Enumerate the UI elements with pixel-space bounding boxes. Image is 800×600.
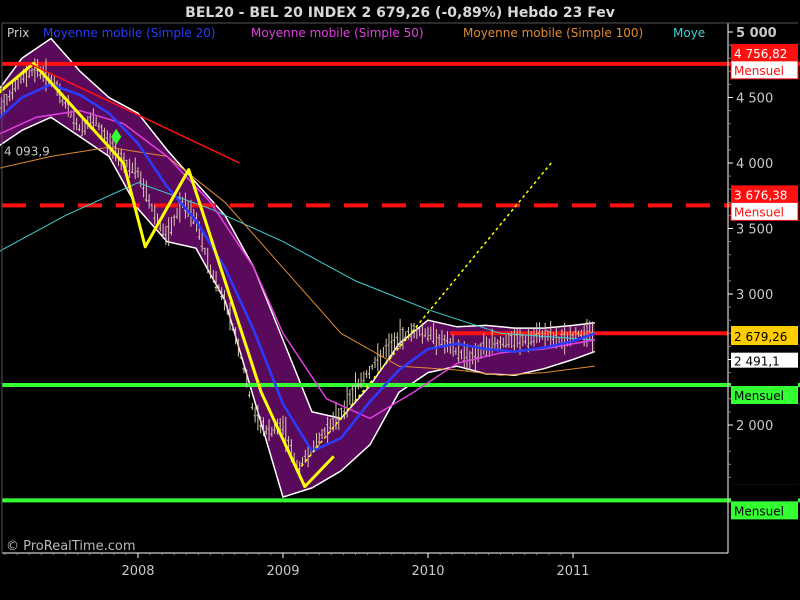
level-badge-value: 2 305,41 xyxy=(734,372,787,386)
level-badge-sub: Mensuel xyxy=(734,504,784,518)
y-tick-label: 5 000 xyxy=(736,26,777,41)
level-badge-sub: Mensuel xyxy=(734,389,784,403)
ma-badge-value: 2 491,1 xyxy=(734,355,780,369)
legend-item: Moye xyxy=(673,26,705,40)
level-badge-value: 1 424,61 xyxy=(734,487,787,501)
x-tick-label: 2008 xyxy=(121,564,154,579)
x-tick-label: 2009 xyxy=(266,564,299,579)
y-tick-label: 4 000 xyxy=(736,157,773,172)
price-badge-value: 2 679,26 xyxy=(734,330,787,344)
legend-item: Moyenne mobile (Simple 50) xyxy=(251,26,424,40)
level-badge-value: 4 756,82 xyxy=(734,47,787,61)
legend-item: Moyenne mobile (Simple 100) xyxy=(463,26,643,40)
legend-item: Moyenne mobile (Simple 20) xyxy=(43,26,216,40)
legend-item: Prix xyxy=(7,26,29,40)
level-badge-sub: Mensuel xyxy=(734,205,784,219)
chart-background xyxy=(0,0,800,600)
price-chart[interactable]: 5 0004 5004 0003 5003 0002 5002 0004 093… xyxy=(0,0,800,600)
y-tick-label: 3 500 xyxy=(736,223,773,238)
level-badge-sub: Mensuel xyxy=(734,64,784,78)
x-tick-label: 2010 xyxy=(411,564,444,579)
watermark-text: © ProRealTime.com xyxy=(6,539,136,554)
y-tick-label: 2 000 xyxy=(736,419,773,434)
side-value-label: 4 093,9 xyxy=(4,145,50,159)
level-badge-value: 3 676,38 xyxy=(734,188,787,202)
chart-title: BEL20 - BEL 20 INDEX 2 679,26 (-0,89%) H… xyxy=(185,5,615,21)
y-tick-label: 4 500 xyxy=(736,92,773,107)
y-tick-label: 3 000 xyxy=(736,288,773,303)
legend: Prix Moyenne mobile (Simple 20) Moyenne mo… xyxy=(7,26,705,40)
x-tick-label: 2011 xyxy=(556,564,589,579)
